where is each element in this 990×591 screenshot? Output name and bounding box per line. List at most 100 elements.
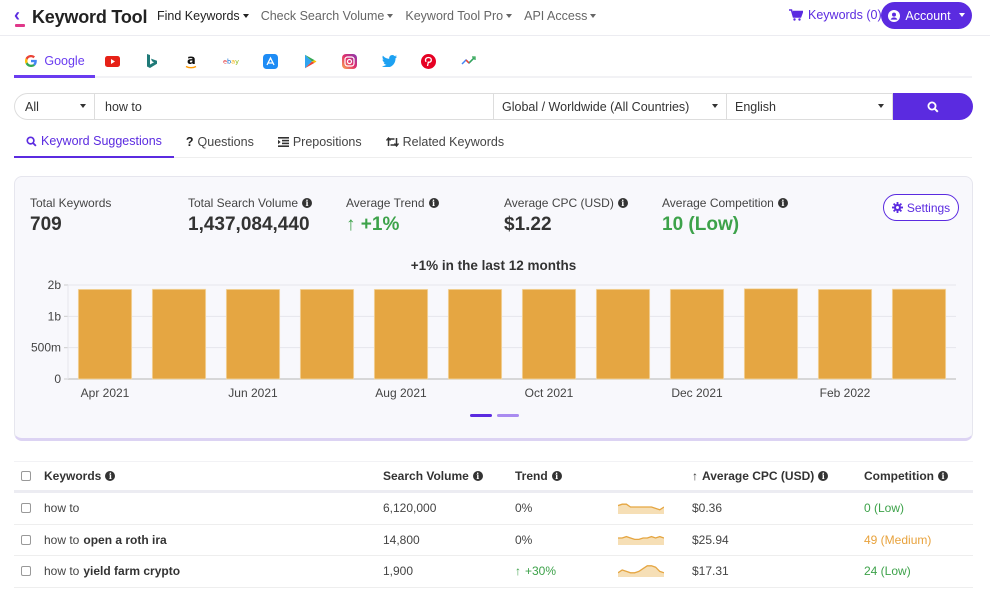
engine-tab-twitter[interactable] [370,47,410,77]
bar-sep-2021[interactable] [447,288,503,380]
col-average-cpc[interactable]: ↑ Average CPC (USD) i [692,469,864,483]
table-row: how to 6,120,000 0% $0.36 0 (Low) [14,493,973,525]
app-store-icon [263,53,279,69]
bar-oct-2021[interactable] [521,288,577,380]
x-tick-label: Feb 2022 [820,386,871,400]
engine-tab-pinterest[interactable] [409,47,449,77]
row-checkbox[interactable] [21,503,31,514]
keyword-cell[interactable]: how to [44,501,383,515]
caret-down-icon [590,13,597,18]
col-keywords[interactable]: Keywords i [44,469,383,483]
amazon-icon: a [185,53,197,69]
competition-cell: 49 (Medium) [864,532,932,547]
keyword-cell[interactable]: how to yield farm crypto [44,564,383,578]
caret-down-icon [878,103,884,108]
svg-text:a: a [187,53,196,68]
trend-sparkline [618,531,692,548]
bar-jan-2022[interactable] [743,288,799,380]
settings-button[interactable]: Settings [883,194,959,221]
chart-pager-dot-1[interactable] [470,414,492,417]
result-type-tabs: Keyword Suggestions ? Questions Preposit… [14,130,972,158]
country-select[interactable]: Global / Worldwide (All Countries) [494,93,727,120]
stat-average-trend: Average Trend i ↑ +1% [346,196,439,236]
google-icon [25,54,38,67]
bar-nov-2021[interactable] [595,288,651,380]
keywords-table: Keywords i Search Volume i Trend i ↑ Average… [14,461,973,588]
info-icon[interactable]: i [472,471,483,481]
info-icon[interactable]: i [617,198,628,208]
engine-tab-google[interactable]: Google [14,48,95,78]
y-tick-label: 0 [54,372,61,386]
account-button[interactable]: Account [881,2,972,29]
y-tick-label: 1b [48,309,62,323]
trend-sparkline [617,563,692,580]
info-icon[interactable]: i [551,471,562,481]
bar-feb-2022[interactable] [817,288,873,380]
chart-pager-dot-2[interactable] [497,414,519,417]
row-checkbox[interactable] [21,534,31,545]
search-button[interactable] [893,93,973,120]
tab-prepositions[interactable]: Prepositions [266,130,374,158]
select-all-checkbox[interactable] [21,471,31,481]
search-type-select[interactable]: All [14,93,94,120]
arrow-up-icon: ↑ [346,214,356,235]
info-icon[interactable]: i [818,471,829,481]
keyword-input[interactable] [94,93,494,120]
tab-related-keywords[interactable]: Related Keywords [374,130,516,158]
y-tick-label: 500m [31,341,61,355]
col-competition[interactable]: Competition i [864,469,973,483]
user-circle-icon [888,9,901,22]
svg-text:ebay: ebay [223,58,239,66]
engine-tab-bing[interactable] [133,47,173,77]
sort-arrow-up-icon: ↑ [692,469,698,483]
info-icon[interactable]: i [938,471,948,481]
nav-keyword-tool-pro[interactable]: Keyword Tool Pro [405,9,513,23]
search-volume-cell: 14,800 [383,532,420,547]
info-icon[interactable]: i [428,198,439,208]
keyword-prefix: how to [44,532,80,547]
stat-total-keywords: Total Keywords 709 [30,196,112,235]
cart-label: Keywords (0) [808,8,882,22]
trend-cell: 0% [515,532,533,547]
tab-questions[interactable]: ? Questions [174,130,266,158]
engine-tab-amazon[interactable]: a [172,47,212,77]
bar-dec-2021[interactable] [669,288,725,380]
chart-pager [470,414,519,417]
row-checkbox[interactable] [21,566,31,577]
engine-tab-ebay[interactable]: ebay [212,47,252,77]
bar-may-2021[interactable] [151,288,207,380]
bar-aug-2021[interactable] [373,288,429,380]
col-search-volume[interactable]: Search Volume i [383,469,515,483]
engine-tab-youtube[interactable] [93,47,133,77]
trend-sparkline [617,500,692,517]
bar-mar-2022[interactable] [891,288,947,380]
bar-apr-2021[interactable] [77,288,133,380]
bar-jun-2021[interactable] [225,288,281,380]
average-cpc-value: $1.22 [504,214,552,235]
engine-tab-play-store[interactable] [291,47,331,77]
table-row: how to yield farm crypto 1,900 ↑ +30% $17.31 2… [14,556,973,588]
competition-cell: 24 (Low) [864,564,911,579]
nav-api-access[interactable]: API Access [524,9,597,23]
engine-tab-app-store[interactable] [251,47,291,77]
keyword-cell[interactable]: how to open a roth ira [44,533,383,547]
bar-jul-2021[interactable] [299,288,355,380]
total-search-volume-value: 1,437,084,440 [188,214,310,235]
engine-tab-trends[interactable] [449,47,489,77]
keyword-prefix: how to [44,564,80,579]
table-body: how to 6,120,000 0% $0.36 0 (Low) how to open … [14,493,973,588]
play-store-icon [304,54,317,68]
engine-tab-instagram[interactable] [330,47,370,77]
language-select[interactable]: English [727,93,893,120]
info-icon[interactable]: i [105,471,116,481]
average-trend-value: ↑ +1% [346,214,400,235]
nav-check-search-volume[interactable]: Check Search Volume [261,9,394,23]
tab-keyword-suggestions[interactable]: Keyword Suggestions [14,130,174,158]
nav-find-keywords[interactable]: Find Keywords [157,9,249,23]
logo[interactable]: ‹ Keyword Tool [14,6,147,28]
col-trend[interactable]: Trend i [515,469,618,483]
overview-card: Total Keywords 709 Total Search Volume i … [14,176,973,441]
info-icon[interactable]: i [302,198,313,208]
keywords-cart-link[interactable]: Keywords (0) [789,8,882,22]
info-icon[interactable]: i [777,198,788,208]
